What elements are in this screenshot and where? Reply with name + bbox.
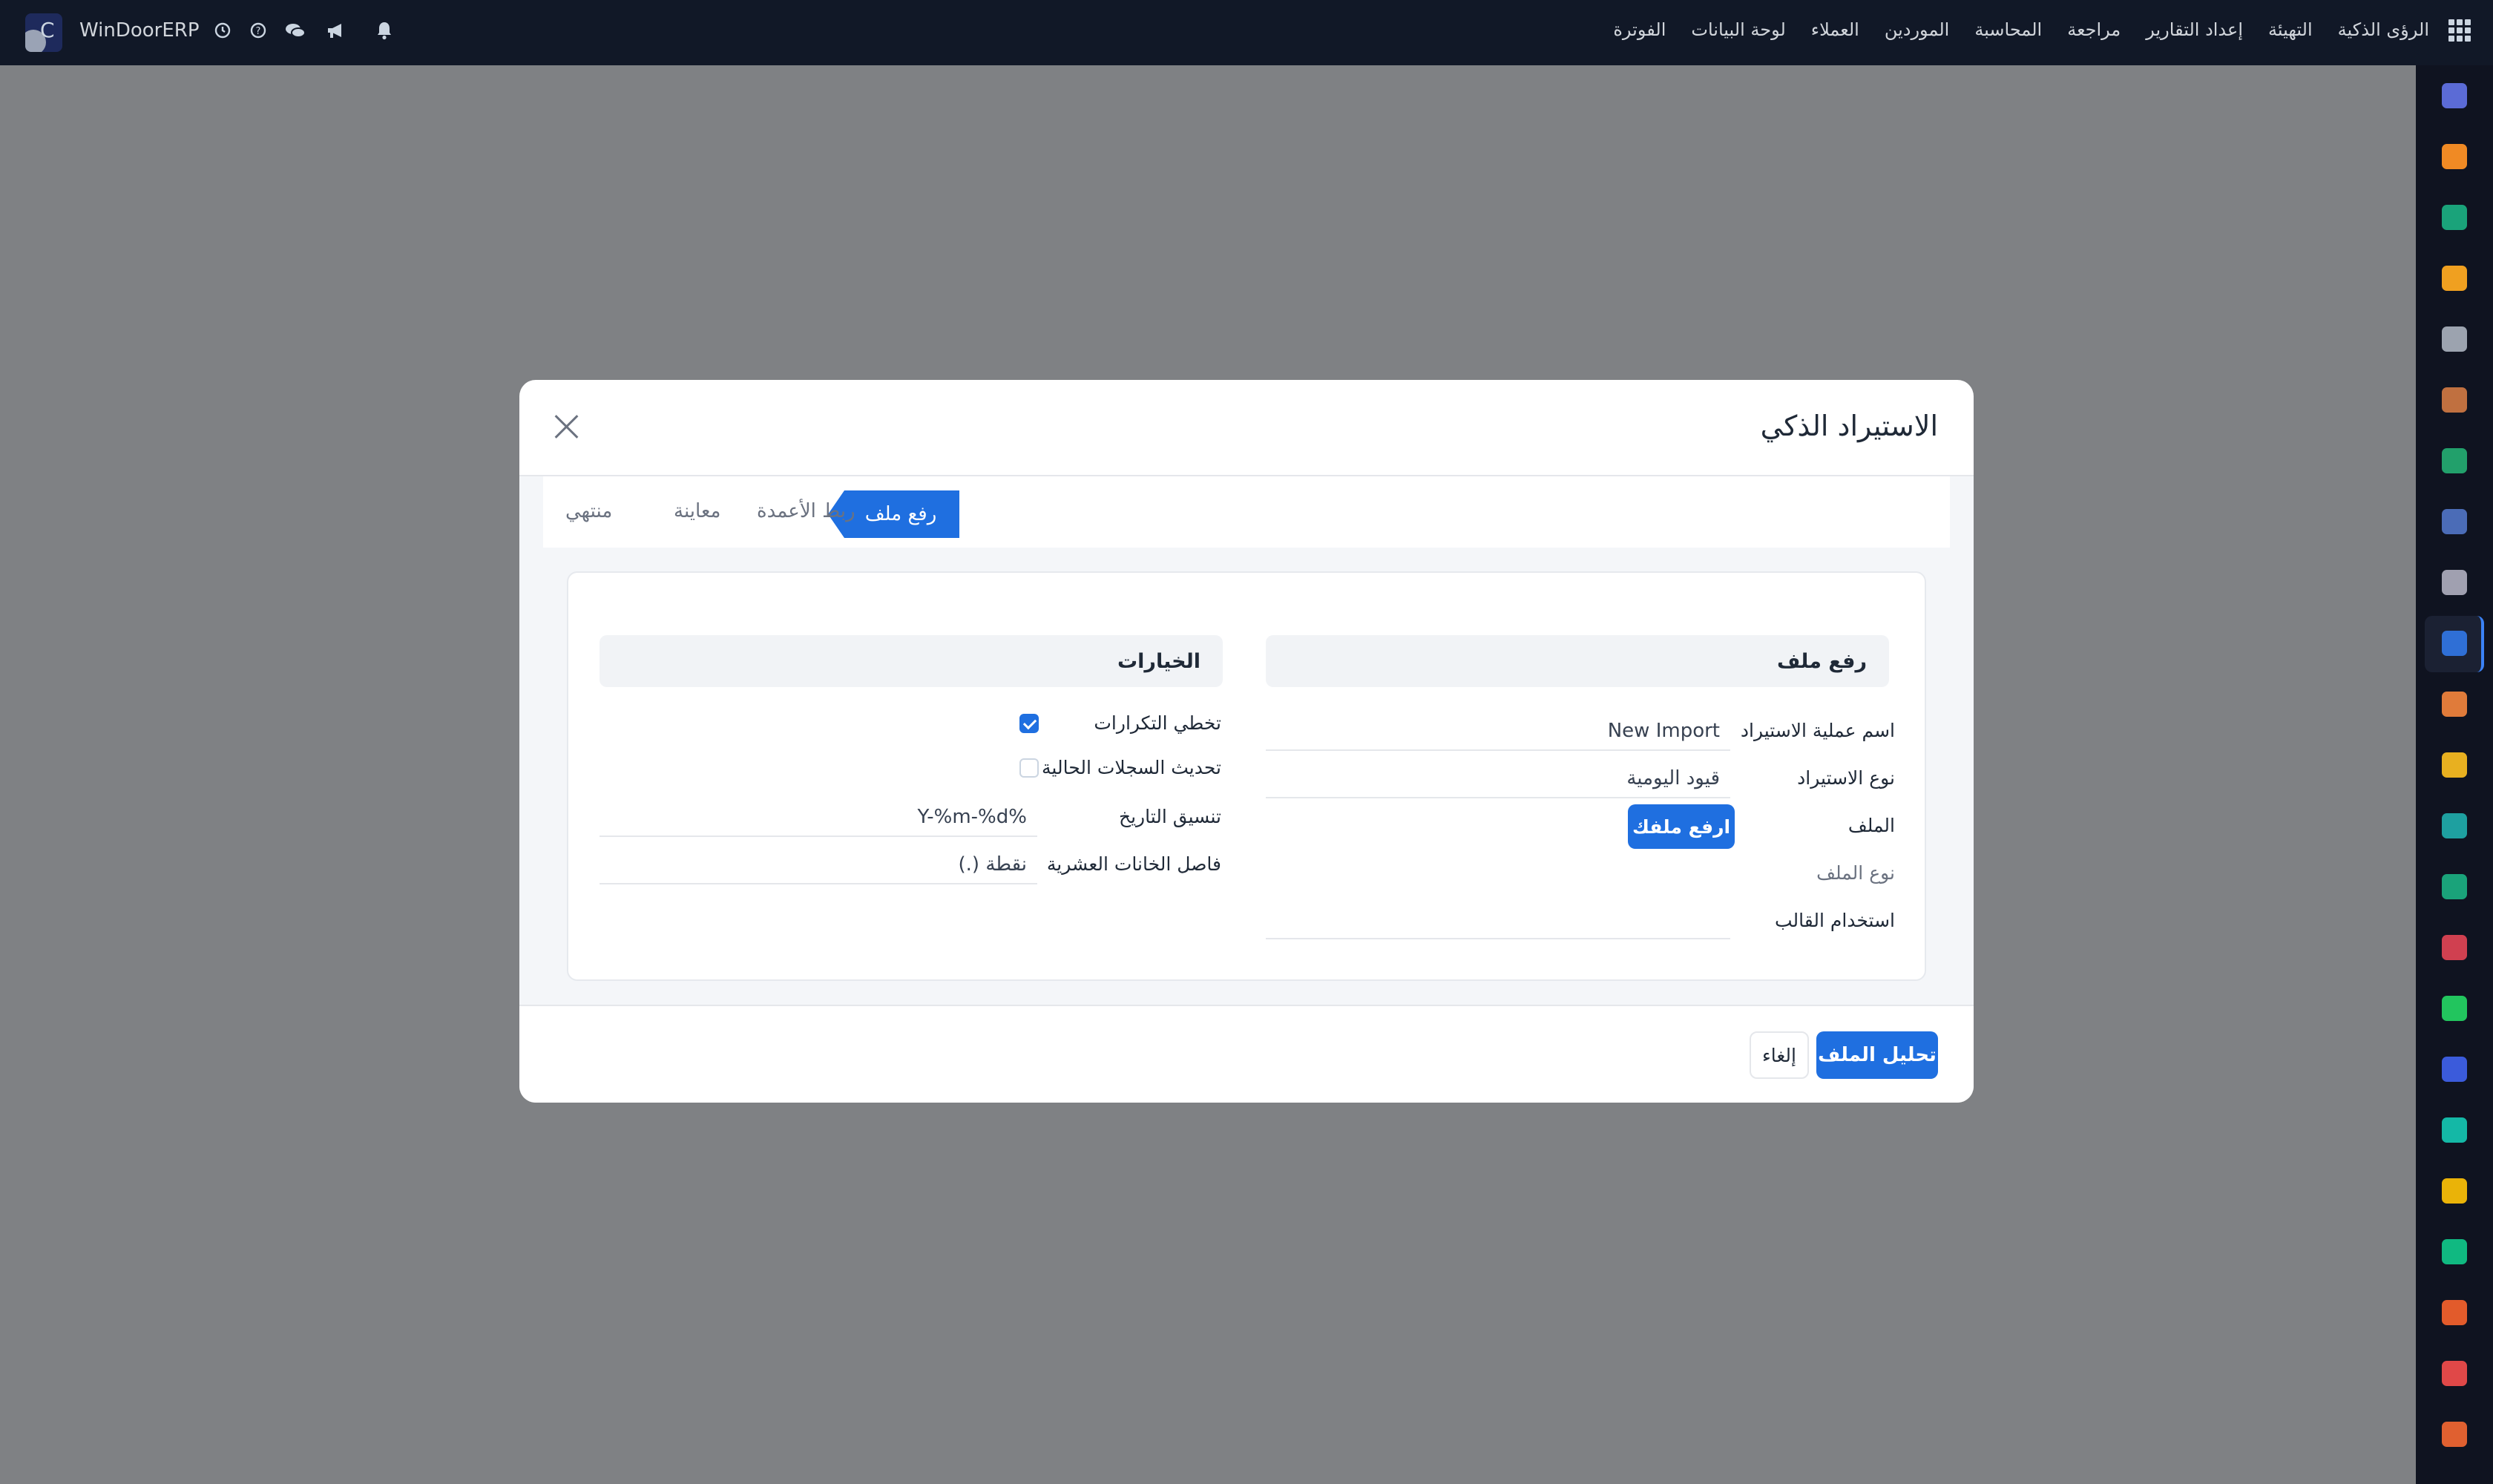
app-sidebar bbox=[2416, 65, 2493, 1484]
options-section-title: الخيارات bbox=[1117, 650, 1200, 673]
step-preview[interactable]: معاينة bbox=[674, 500, 720, 522]
apps-grid-icon[interactable] bbox=[2448, 19, 2471, 42]
chat-icon[interactable] bbox=[284, 19, 306, 42]
top-navbar: C WinDoorERP ? الفوترة لوحة البيانات الع… bbox=[0, 0, 2493, 65]
clock-icon[interactable] bbox=[211, 19, 234, 42]
modules-app-icon[interactable] bbox=[2442, 1300, 2467, 1325]
chat-app-icon[interactable] bbox=[2442, 144, 2467, 169]
upload-section-title: رفع ملف bbox=[1777, 650, 1867, 673]
planning-app-icon[interactable] bbox=[2442, 1117, 2467, 1143]
brand-name[interactable]: WinDoorERP bbox=[79, 19, 200, 42]
upload-file-button[interactable]: ارفع ملفك bbox=[1628, 804, 1735, 849]
dialog-footer: تحليل الملف إلغاء bbox=[519, 1005, 1974, 1103]
options-section-header: الخيارات bbox=[600, 635, 1223, 687]
import-app-icon[interactable] bbox=[2442, 631, 2467, 656]
skip-duplicates-label: تخطي التكرارات bbox=[1094, 712, 1221, 734]
mail-app-icon[interactable] bbox=[2442, 83, 2467, 108]
decimal-separator-label: فاصل الخانات العشرية bbox=[1046, 853, 1221, 875]
menu-item-configuration[interactable]: التهيئة bbox=[2268, 19, 2313, 40]
step-upload[interactable]: رفع ملف bbox=[828, 490, 959, 538]
brand-logo[interactable]: C bbox=[25, 13, 62, 52]
import-type-select[interactable]: قيود اليومية bbox=[1266, 761, 1730, 798]
decimal-separator-select[interactable]: نقطة (.) bbox=[600, 847, 1037, 884]
dialog-body: رفع ملف ربط الأعمدة معاينة منتهي رفع ملف… bbox=[519, 476, 1974, 1005]
dialog-title: الاستيراد الذكي bbox=[1760, 410, 1938, 442]
date-format-input[interactable]: %Y-%m-%d bbox=[600, 800, 1037, 837]
import-name-label: اسم عملية الاستيراد bbox=[1740, 720, 1895, 741]
messages-app-icon[interactable] bbox=[2442, 509, 2467, 534]
reports-app-icon[interactable] bbox=[2442, 266, 2467, 291]
dialog-header: الاستيراد الذكي bbox=[519, 380, 1974, 476]
close-icon[interactable] bbox=[551, 411, 582, 442]
discuss-app-icon[interactable] bbox=[2442, 205, 2467, 230]
menu-item-customers[interactable]: العملاء bbox=[1811, 19, 1859, 40]
dashboard-app-icon[interactable] bbox=[2442, 935, 2467, 960]
megaphone-icon[interactable] bbox=[325, 19, 347, 42]
logo-letter: C bbox=[40, 18, 55, 42]
menu-item-reporting[interactable]: إعداد التقارير bbox=[2146, 19, 2243, 40]
bell-icon[interactable] bbox=[373, 19, 395, 42]
cancel-button[interactable]: إلغاء bbox=[1750, 1031, 1809, 1079]
analytics-app-icon[interactable] bbox=[2442, 1361, 2467, 1386]
update-existing-checkbox[interactable] bbox=[1019, 758, 1039, 778]
help-icon[interactable]: ? bbox=[247, 19, 269, 42]
import-type-label: نوع الاستيراد bbox=[1797, 767, 1895, 789]
use-template-label: استخدام القالب bbox=[1774, 910, 1895, 931]
main-menu: الفوترة لوحة البيانات العملاء الموردين ا… bbox=[1613, 19, 2429, 40]
whatsapp-app-icon[interactable] bbox=[2442, 996, 2467, 1021]
menu-item-review[interactable]: مراجعة bbox=[2067, 19, 2121, 40]
date-format-label: تنسيق التاريخ bbox=[1118, 806, 1221, 827]
step-mapping[interactable]: ربط الأعمدة bbox=[757, 500, 855, 522]
menu-item-accounting[interactable]: المحاسبة bbox=[1974, 19, 2042, 40]
import-steps: رفع ملف ربط الأعمدة معاينة منتهي bbox=[543, 476, 1950, 548]
calendar-app-icon[interactable] bbox=[2442, 752, 2467, 778]
products-app-icon[interactable] bbox=[2442, 570, 2467, 595]
skip-duplicates-checkbox[interactable] bbox=[1019, 714, 1039, 733]
import-form-card: رفع ملف اسم عملية الاستيراد New Import ن… bbox=[567, 571, 1926, 981]
template-select[interactable] bbox=[1266, 902, 1730, 939]
employees-app-icon[interactable] bbox=[2442, 692, 2467, 717]
menu-item-invoicing[interactable]: الفوترة bbox=[1613, 19, 1666, 40]
step-done[interactable]: منتهي bbox=[565, 500, 612, 522]
menu-item-smart-insights[interactable]: الرؤى الذكية bbox=[2338, 19, 2429, 40]
tasks-app-icon[interactable] bbox=[2442, 448, 2467, 473]
menu-item-vendors[interactable]: الموردين bbox=[1885, 19, 1949, 40]
update-existing-label: تحديث السجلات الحالية bbox=[1042, 757, 1221, 778]
file-label: الملف bbox=[1847, 815, 1895, 836]
upload-section-header: رفع ملف bbox=[1266, 635, 1889, 687]
hr-app-icon[interactable] bbox=[2442, 874, 2467, 899]
smart-import-dialog: الاستيراد الذكي رفع ملف ربط الأعمدة معاي… bbox=[519, 380, 1974, 1103]
menu-item-dashboard[interactable]: لوحة البيانات bbox=[1691, 19, 1785, 40]
import-name-input[interactable]: New Import bbox=[1266, 714, 1730, 751]
file-type-label: نوع الملف bbox=[1816, 862, 1895, 884]
settings-app-icon[interactable] bbox=[2442, 1422, 2467, 1447]
send-app-icon[interactable] bbox=[2442, 1178, 2467, 1204]
inventory-app-icon[interactable] bbox=[2442, 326, 2467, 352]
time-app-icon[interactable] bbox=[2442, 1057, 2467, 1082]
contacts-app-icon[interactable] bbox=[2442, 387, 2467, 413]
sign-app-icon[interactable] bbox=[2442, 813, 2467, 838]
svg-text:?: ? bbox=[256, 26, 261, 37]
data-app-icon[interactable] bbox=[2442, 1239, 2467, 1264]
analyze-file-button[interactable]: تحليل الملف bbox=[1816, 1031, 1938, 1079]
